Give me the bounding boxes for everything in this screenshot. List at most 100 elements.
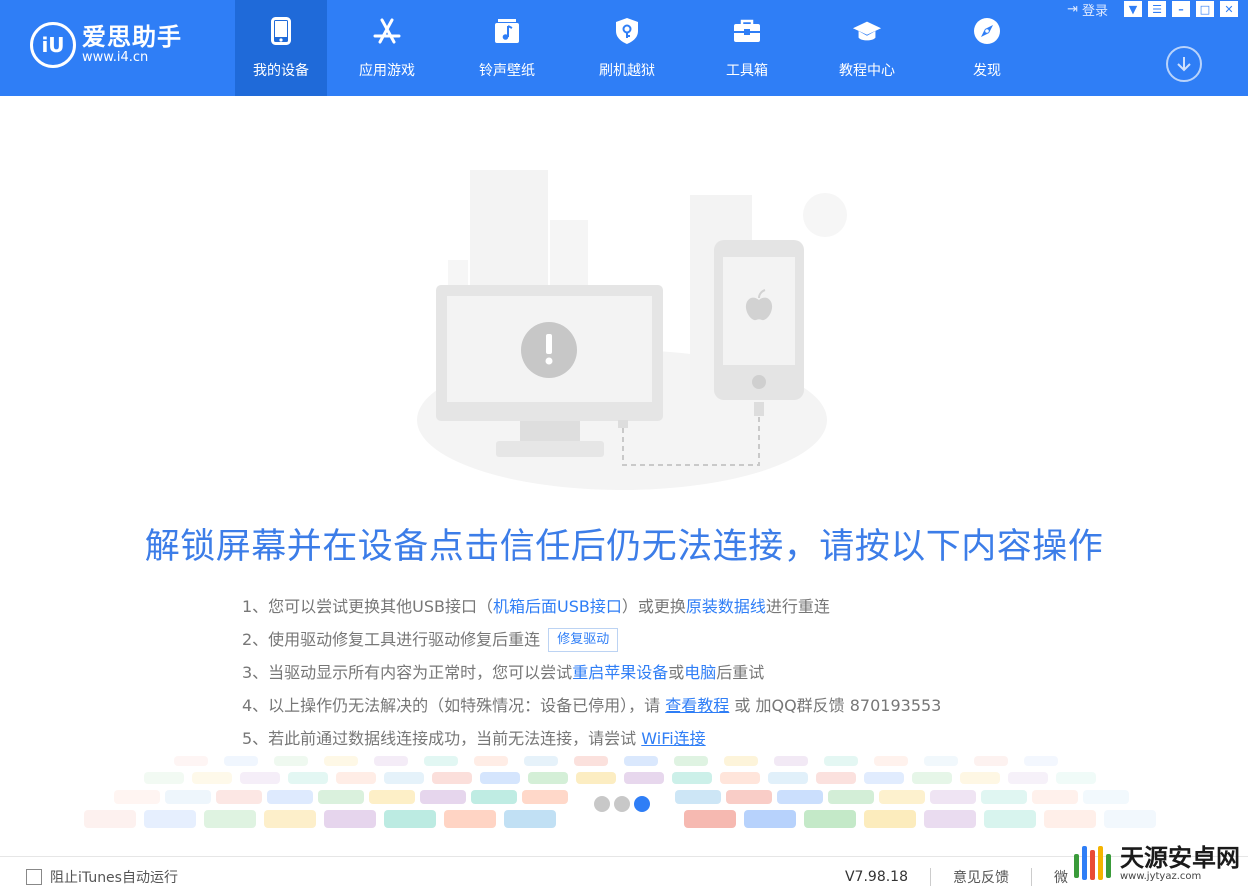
app-icon-tile bbox=[204, 810, 256, 828]
app-icon-tile bbox=[504, 810, 556, 828]
login-link[interactable]: ⇥ 登录 bbox=[1067, 0, 1108, 19]
site-watermark: 天源安卓网 www.jytyaz.com bbox=[1070, 840, 1240, 886]
logo-mark: iU bbox=[30, 22, 76, 68]
app-icon-tile bbox=[369, 790, 415, 804]
minimize-button[interactable]: – bbox=[1172, 1, 1190, 17]
step-text: 4、以上操作仍无法解决的（如特殊情况：设备已停用），请 bbox=[242, 695, 666, 715]
app-icon-tile bbox=[724, 756, 758, 766]
shirt-icon: ▼ bbox=[1128, 2, 1138, 16]
app-icon-tile bbox=[84, 810, 136, 828]
app-icon-tile bbox=[474, 756, 508, 766]
skin-button[interactable]: ▼ bbox=[1124, 1, 1142, 17]
pager-dot[interactable] bbox=[594, 796, 610, 812]
watermark-logo-icon bbox=[1074, 846, 1111, 880]
app-icon-tile bbox=[480, 772, 520, 784]
app-icon-tile bbox=[974, 756, 1008, 766]
maximize-icon: □ bbox=[1199, 2, 1211, 16]
app-icon-tile bbox=[524, 756, 558, 766]
nav-label: 教程中心 bbox=[839, 63, 895, 79]
app-icon-tile bbox=[224, 756, 258, 766]
close-button[interactable]: ✕ bbox=[1220, 1, 1238, 17]
app-icon-tile bbox=[624, 772, 664, 784]
block-itunes-checkbox[interactable] bbox=[26, 869, 42, 885]
carousel-pager bbox=[594, 796, 650, 812]
app-icon-tile bbox=[864, 772, 904, 784]
step-text: 2、使用驱动修复工具进行驱动修复后重连 bbox=[242, 629, 541, 649]
app-icon-tile bbox=[824, 756, 858, 766]
menu-icon: ☰ bbox=[1152, 2, 1162, 16]
maximize-button[interactable]: □ bbox=[1196, 1, 1214, 17]
nav-discover[interactable]: 发现 bbox=[927, 0, 1047, 96]
compass-icon bbox=[972, 16, 1002, 46]
pager-dot[interactable] bbox=[614, 796, 630, 812]
nav-label: 刷机越狱 bbox=[599, 63, 655, 79]
app-icon-tile bbox=[144, 772, 184, 784]
app-icon-tile bbox=[804, 810, 856, 828]
download-icon bbox=[1177, 57, 1191, 72]
main-nav: 我的设备 应用游戏 铃声壁纸 刷机越狱 工具箱 教程中心 发现 bbox=[235, 0, 1047, 96]
nav-label: 发现 bbox=[973, 63, 1001, 79]
app-icon-tile bbox=[930, 790, 976, 804]
wechat-link[interactable]: 微 bbox=[1054, 867, 1068, 887]
app-icon-tile bbox=[424, 756, 458, 766]
app-icon-tile bbox=[1008, 772, 1048, 784]
app-icon-tile bbox=[1044, 810, 1096, 828]
step-text: 后重试 bbox=[716, 662, 765, 682]
app-icon-tile bbox=[384, 810, 436, 828]
feedback-link[interactable]: 意见反馈 bbox=[953, 867, 1009, 887]
wifi-connect-link[interactable]: WiFi连接 bbox=[641, 726, 705, 752]
app-icon-tile bbox=[1056, 772, 1096, 784]
app-icon-tile bbox=[816, 772, 856, 784]
app-icon-tile bbox=[879, 790, 925, 804]
app-icon-tile bbox=[528, 772, 568, 784]
block-itunes-option[interactable]: 阻止iTunes自动运行 bbox=[26, 867, 178, 887]
app-icon-tile bbox=[744, 810, 796, 828]
step-text: 或 bbox=[668, 662, 685, 682]
step-4: 4、以上操作仍无法解决的（如特殊情况：设备已停用），请 查看教程 或 加QQ群反… bbox=[242, 689, 1062, 722]
app-icon-tile bbox=[984, 810, 1036, 828]
block-itunes-label: 阻止iTunes自动运行 bbox=[50, 870, 178, 886]
login-icon: ⇥ bbox=[1067, 1, 1078, 17]
step-text: ）或更换 bbox=[621, 596, 686, 616]
view-tutorial-link[interactable]: 查看教程 bbox=[665, 693, 729, 719]
app-icon-tile bbox=[828, 790, 874, 804]
download-manager-button[interactable] bbox=[1166, 46, 1202, 82]
app-icon-tile bbox=[574, 756, 608, 766]
close-icon: ✕ bbox=[1224, 2, 1234, 16]
app-url: www.i4.cn bbox=[82, 50, 149, 65]
app-icon-tile bbox=[267, 790, 313, 804]
restart-device-highlight: 重启苹果设备 bbox=[572, 662, 669, 682]
nav-flash-jailbreak[interactable]: 刷机越狱 bbox=[567, 0, 687, 96]
app-icon-tile bbox=[720, 772, 760, 784]
app-icon-tile bbox=[576, 772, 616, 784]
app-icon-tile bbox=[912, 772, 952, 784]
original-cable-highlight: 原装数据线 bbox=[685, 596, 766, 616]
repair-driver-button[interactable]: 修复驱动 bbox=[548, 627, 619, 652]
step-3: 3、当驱动显示所有内容为正常时，您可以尝试 重启苹果设备 或 电脑 后重试 bbox=[242, 656, 1062, 689]
app-icon-tile bbox=[264, 810, 316, 828]
rear-usb-port-highlight: 机箱后面USB接口 bbox=[493, 596, 622, 616]
minimize-icon: – bbox=[1178, 2, 1184, 16]
app-icon-tile bbox=[864, 810, 916, 828]
pager-dot-active[interactable] bbox=[634, 796, 650, 812]
step-1: 1、您可以尝试更换其他USB接口（ 机箱后面USB接口 ）或更换 原装数据线 进… bbox=[242, 590, 1062, 623]
connection-illustration bbox=[417, 170, 847, 490]
toolbox-icon bbox=[732, 16, 762, 46]
app-icon-tile bbox=[1083, 790, 1129, 804]
app-icon-tile bbox=[924, 810, 976, 828]
nav-toolbox[interactable]: 工具箱 bbox=[687, 0, 807, 96]
app-icon-tile bbox=[674, 756, 708, 766]
app-icon-tile bbox=[324, 810, 376, 828]
app-icon-tile bbox=[471, 790, 517, 804]
nav-my-device[interactable]: 我的设备 bbox=[235, 0, 327, 96]
app-icon-tile bbox=[288, 772, 328, 784]
app-icon-tile bbox=[444, 810, 496, 828]
app-icon-tile bbox=[1104, 810, 1156, 828]
app-icon-tile bbox=[768, 772, 808, 784]
app-icon-tile bbox=[432, 772, 472, 784]
nav-apps-games[interactable]: 应用游戏 bbox=[327, 0, 447, 96]
nav-ringtones-wallpapers[interactable]: 铃声壁纸 bbox=[447, 0, 567, 96]
app-icon-tile bbox=[114, 790, 160, 804]
menu-button[interactable]: ☰ bbox=[1148, 1, 1166, 17]
nav-tutorial-center[interactable]: 教程中心 bbox=[807, 0, 927, 96]
